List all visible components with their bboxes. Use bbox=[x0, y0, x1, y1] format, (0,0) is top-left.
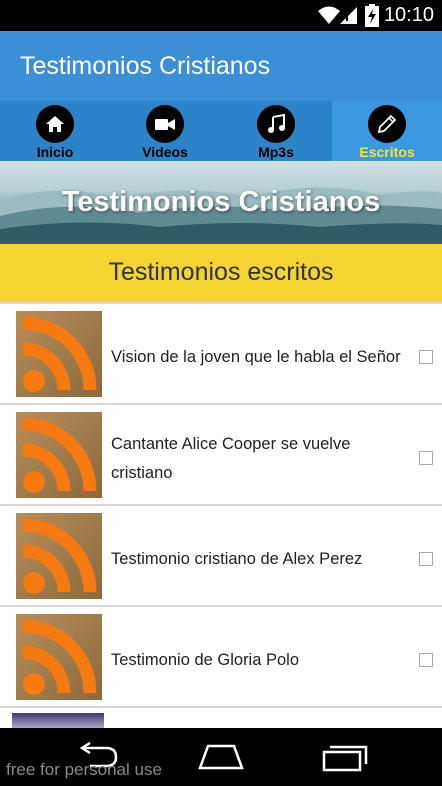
wifi-icon bbox=[318, 6, 340, 24]
item-checkbox[interactable] bbox=[419, 350, 433, 364]
list-item[interactable]: Testimonio cristiano de Alex Perez bbox=[0, 504, 442, 606]
rss-feed-icon bbox=[16, 311, 102, 397]
banner-title: Testimonios Cristianos bbox=[61, 186, 381, 218]
app-title: Testimonios Cristianos bbox=[20, 52, 271, 80]
tab-label: Inicio bbox=[36, 144, 74, 160]
tab-videos[interactable]: Videos bbox=[110, 101, 220, 161]
video-camera-icon bbox=[146, 105, 184, 143]
battery-charging-icon bbox=[365, 4, 379, 27]
tab-label: Mp3s bbox=[258, 144, 294, 160]
music-note-icon bbox=[257, 105, 295, 143]
tab-label: Escritos bbox=[359, 144, 415, 160]
section-header: Testimonios escritos bbox=[0, 244, 442, 302]
home-nav-icon[interactable] bbox=[198, 742, 244, 770]
app-bar: Testimonios Cristianos bbox=[0, 31, 442, 101]
item-checkbox[interactable] bbox=[419, 552, 433, 566]
item-title: Testimonio de Gloria Polo bbox=[111, 651, 300, 669]
tab-label: Videos bbox=[142, 144, 188, 160]
status-time: 10:10 bbox=[383, 4, 434, 26]
tab-bar: Inicio Videos Mp3s Escritos bbox=[0, 101, 442, 161]
recent-apps-icon[interactable] bbox=[322, 742, 368, 772]
section-title: Testimonios escritos bbox=[108, 258, 334, 286]
item-title: Testimonio cristiano de Alex Perez bbox=[111, 550, 363, 568]
item-title: Cantante Alice Cooper se vuelve cristian… bbox=[111, 435, 351, 482]
item-checkbox[interactable] bbox=[419, 653, 433, 667]
rss-feed-icon bbox=[16, 412, 102, 498]
header-banner: Testimonios Cristianos bbox=[0, 161, 442, 244]
rss-feed-icon bbox=[16, 513, 102, 599]
item-checkbox[interactable] bbox=[419, 451, 433, 465]
status-bar: 10:10 bbox=[0, 0, 442, 31]
home-icon bbox=[36, 105, 74, 143]
list-item[interactable]: Cantante Alice Cooper se vuelve cristian… bbox=[0, 403, 442, 505]
tab-mp3s[interactable]: Mp3s bbox=[221, 101, 331, 161]
item-title: Vision de la joven que le habla el Señor bbox=[111, 348, 401, 366]
tab-escritos[interactable]: Escritos bbox=[332, 101, 442, 161]
tab-inicio[interactable]: Inicio bbox=[0, 101, 110, 161]
list-item[interactable]: Testimonio de Gloria Polo bbox=[0, 605, 442, 707]
watermark-text: free for personal use bbox=[6, 760, 162, 779]
list-item[interactable]: Vision de la joven que le habla el Señor bbox=[0, 302, 442, 404]
pencil-icon bbox=[368, 105, 406, 143]
rss-feed-icon bbox=[16, 614, 102, 700]
signal-icon bbox=[340, 7, 357, 24]
